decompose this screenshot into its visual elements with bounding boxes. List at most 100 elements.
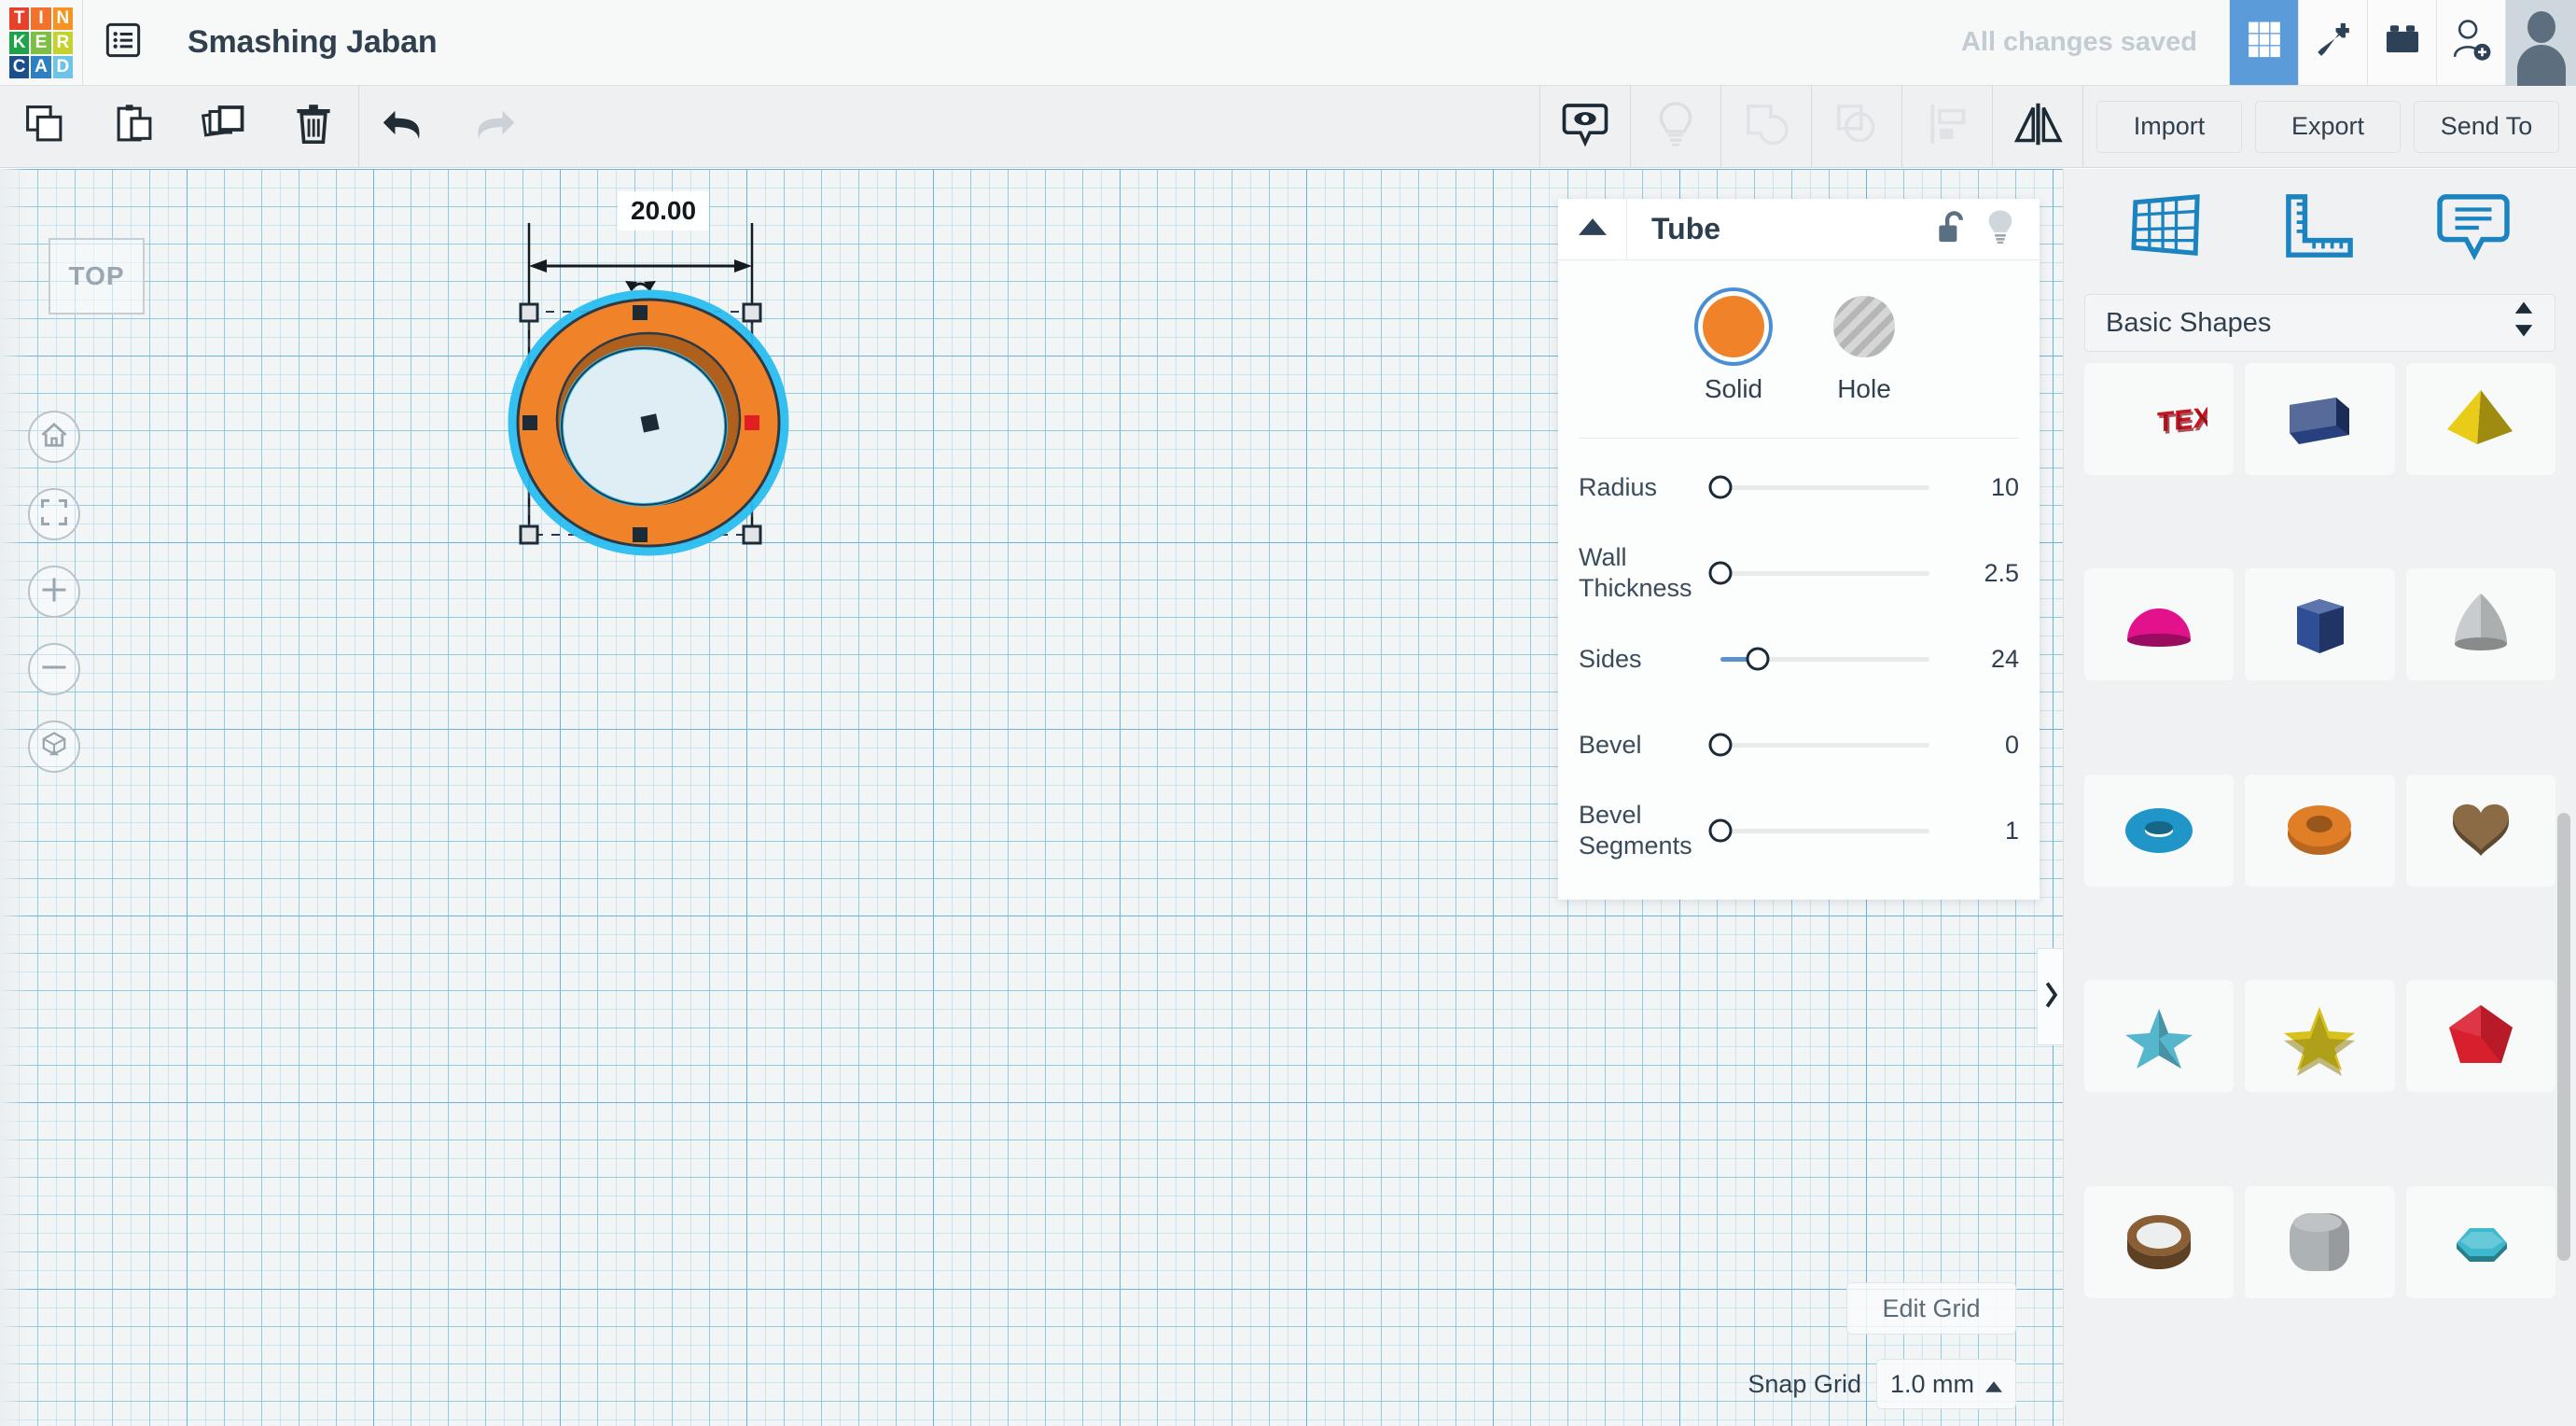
shape-polygon[interactable] — [2405, 980, 2555, 1093]
slider-bevel[interactable] — [1708, 730, 1954, 760]
slider-radius[interactable] — [1708, 472, 1954, 502]
eye-callout-icon — [1562, 101, 1608, 152]
shape-torus[interactable] — [2084, 774, 2235, 887]
scale-handle-bottom[interactable] — [633, 527, 647, 542]
shape-rounded-cube[interactable] — [2245, 1185, 2395, 1298]
lego-brick-icon — [2383, 21, 2422, 63]
dimension-label[interactable]: 20.00 — [618, 191, 710, 231]
logo-tile-k: K — [9, 32, 30, 54]
slider-label-bevel: Bevel — [1579, 730, 1642, 759]
slider-label-radius: Radius — [1579, 472, 1658, 501]
workplane-icon[interactable] — [2130, 193, 2203, 265]
slider-knob[interactable] — [1708, 733, 1733, 757]
minecraft-button[interactable] — [2298, 0, 2367, 85]
shape-star[interactable] — [2245, 980, 2395, 1093]
shape-tube[interactable] — [2245, 774, 2395, 887]
shape-ring[interactable] — [2084, 1185, 2235, 1298]
properties-collapse-button[interactable] — [1558, 198, 1627, 260]
ruler-icon[interactable] — [2283, 193, 2356, 265]
scale-handle-br[interactable] — [742, 524, 762, 545]
shape-heart[interactable] — [2405, 774, 2555, 887]
hole-label: Hole — [1837, 374, 1891, 403]
slider-knob[interactable] — [1708, 475, 1733, 499]
zoom-out-button[interactable] — [28, 643, 80, 695]
shape-gem[interactable] — [2405, 1185, 2555, 1298]
paste-button[interactable] — [90, 86, 179, 167]
design-title[interactable]: Smashing Jaban — [163, 0, 1929, 85]
slider-value-sides[interactable]: 24 — [1961, 645, 2019, 674]
slider-value-radius[interactable]: 10 — [1961, 473, 2019, 502]
note-callout-icon[interactable] — [2437, 193, 2510, 265]
properties-header-icons — [1937, 209, 2040, 249]
divider — [1579, 438, 2019, 439]
scale-handle-tl[interactable] — [519, 302, 539, 323]
import-button[interactable]: Import — [2096, 100, 2242, 153]
solid-label: Solid — [1704, 374, 1763, 403]
scale-handle-left[interactable] — [522, 415, 537, 430]
lightbulb-icon[interactable] — [1985, 209, 2015, 249]
plus-icon — [40, 576, 68, 608]
scale-handle-top[interactable] — [633, 305, 647, 320]
shape-hexagonal-prism-icon — [2297, 599, 2345, 654]
slider-wall-thickness[interactable] — [1708, 558, 1954, 588]
slider-sides[interactable] — [1709, 644, 1954, 674]
shape-category-select[interactable]: Basic Shapes — [2084, 294, 2555, 352]
grid-view-button[interactable] — [2229, 0, 2298, 85]
slider-value-wall-thickness[interactable]: 2.5 — [1961, 559, 2019, 588]
undo-button[interactable] — [359, 86, 449, 167]
logo-tile-r: R — [52, 32, 73, 54]
zoom-in-button[interactable] — [28, 566, 80, 618]
mirror-button[interactable] — [1993, 86, 2082, 167]
properties-body: Solid Hole Radius 10 Wall Thickness 2.5 Side… — [1558, 260, 2040, 900]
shape-pyramid[interactable] — [2405, 363, 2555, 475]
unlocked-padlock-icon[interactable] — [1937, 209, 1969, 249]
duplicate-button[interactable] — [179, 86, 269, 167]
shape-half-sphere[interactable] — [2084, 568, 2235, 681]
hole-mode-option[interactable]: Hole — [1833, 296, 1895, 404]
export-button[interactable]: Export — [2255, 100, 2401, 153]
shapes-scrollbar[interactable] — [2557, 813, 2570, 1261]
cube-arrow-icon — [40, 731, 68, 763]
home-view-button[interactable] — [28, 411, 80, 463]
ortho-perspective-button[interactable] — [28, 720, 80, 773]
slider-bevel-segments[interactable] — [1708, 816, 1954, 846]
hole-swatch[interactable] — [1833, 296, 1895, 357]
slider-knob[interactable] — [1708, 818, 1733, 843]
scale-handle-bl[interactable] — [519, 524, 539, 545]
slider-value-bevel[interactable]: 0 — [1961, 731, 2019, 760]
fit-to-view-button[interactable] — [28, 488, 80, 540]
logo-tile-c: C — [9, 56, 30, 78]
shape-grid: TEXT TEXT — [2084, 363, 2555, 1380]
view-cube[interactable]: TOP — [49, 238, 145, 315]
scale-handle-right-active[interactable] — [745, 415, 759, 430]
lego-button[interactable] — [2367, 0, 2436, 85]
edit-grid-button[interactable]: Edit Grid — [1846, 1282, 2016, 1335]
shape-hexagonal-prism[interactable] — [2245, 568, 2395, 681]
show-hide-button[interactable] — [1540, 86, 1630, 167]
logo-tile-n: N — [52, 7, 73, 30]
copy-button[interactable] — [0, 86, 90, 167]
shape-cone[interactable] — [2405, 568, 2555, 681]
solid-mode-option[interactable]: Solid — [1703, 296, 1764, 404]
shape-text[interactable]: TEXT TEXT — [2084, 363, 2235, 475]
slider-knob[interactable] — [1708, 561, 1733, 585]
scale-handle-tr[interactable] — [742, 302, 762, 323]
project-menu-button[interactable] — [83, 0, 163, 85]
tinkercad-logo[interactable]: TINKERCAD — [0, 0, 82, 86]
user-avatar-button[interactable] — [2505, 0, 2576, 86]
slider-value-bevel-segments[interactable]: 1 — [1961, 817, 2019, 846]
solid-color-swatch[interactable] — [1703, 296, 1764, 357]
panel-collapse-toggle[interactable] — [2037, 948, 2063, 1045]
send-to-button[interactable]: Send To — [2414, 100, 2559, 153]
properties-header: Tube — [1558, 198, 2040, 260]
shape-ring-icon — [2127, 1214, 2192, 1269]
snap-grid-select[interactable]: 1.0 mm — [1875, 1359, 2016, 1409]
invite-person-button[interactable] — [2436, 0, 2505, 85]
delete-button[interactable] — [269, 86, 358, 167]
logo-tile-a: A — [31, 56, 51, 78]
slider-knob[interactable] — [1746, 647, 1770, 671]
shape-star-3d[interactable] — [2084, 980, 2235, 1093]
shape-box[interactable] — [2245, 363, 2395, 475]
move-handle[interactable] — [640, 413, 660, 433]
shape-star-3d-icon — [2125, 1009, 2193, 1070]
